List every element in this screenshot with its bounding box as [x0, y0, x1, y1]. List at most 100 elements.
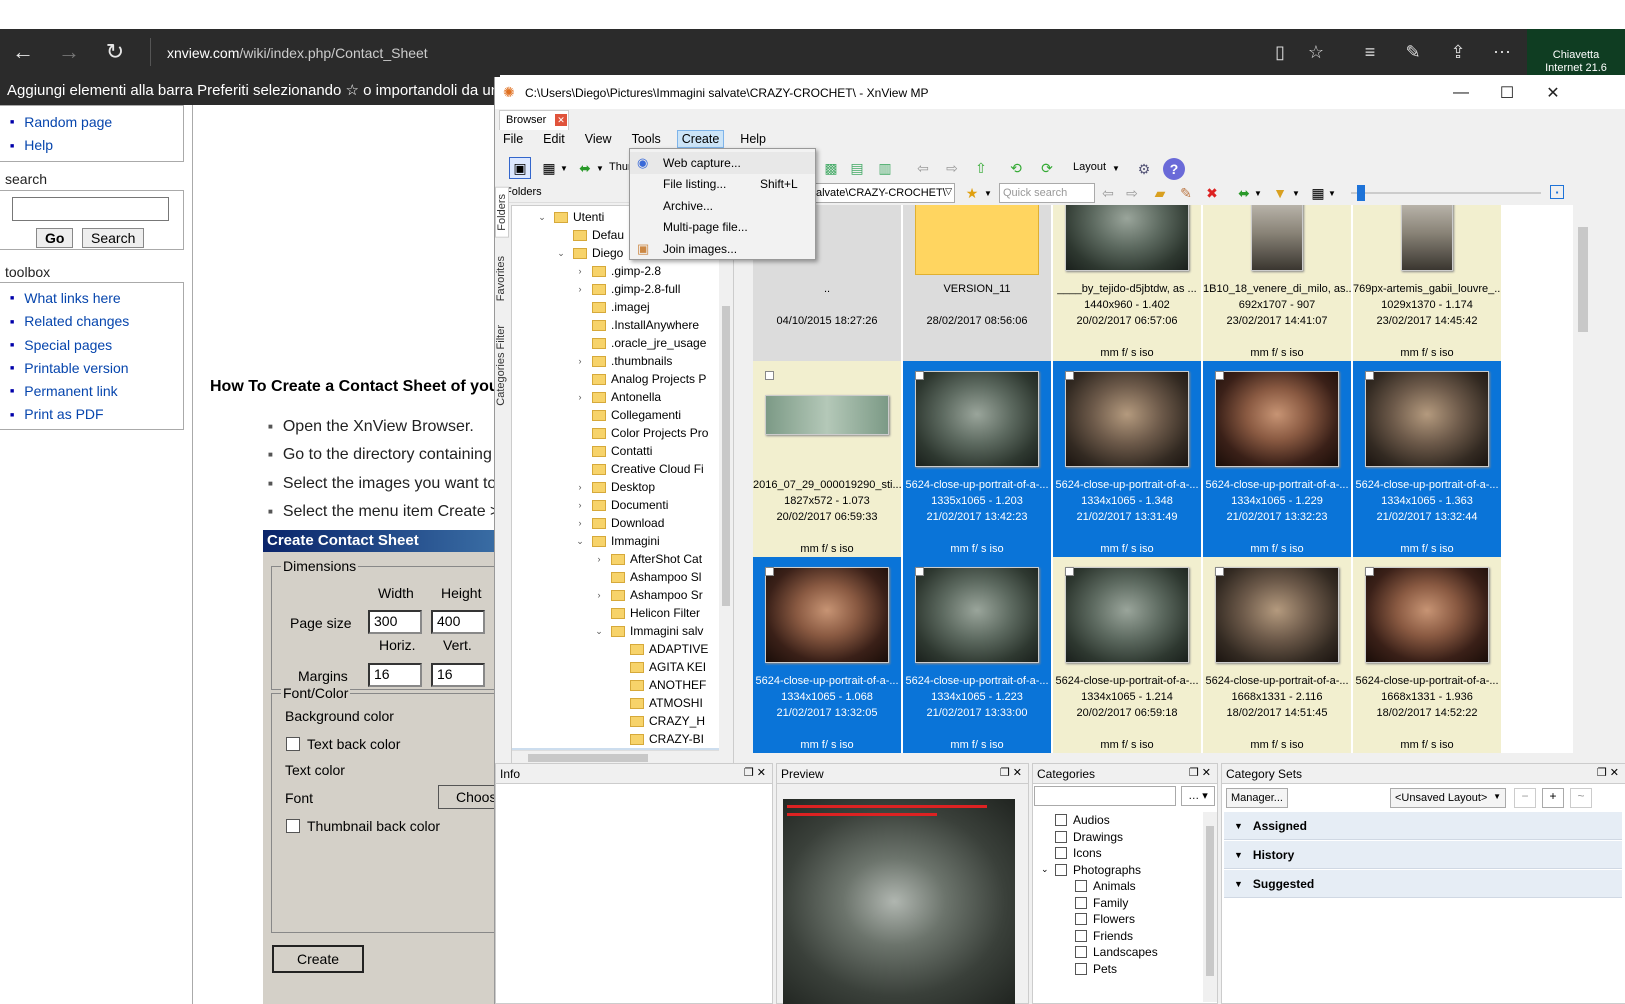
- tree-item[interactable]: › Download: [512, 514, 733, 532]
- taskbar-item[interactable]: Chiavetta Internet 21.6: [1527, 29, 1625, 75]
- layout-label[interactable]: Layout: [1073, 161, 1106, 173]
- refresh-icon[interactable]: ↻: [92, 29, 138, 75]
- thumbnail-checkbox[interactable]: [1215, 567, 1224, 576]
- create-menu-item[interactable]: ◉ Web capture...: [630, 152, 815, 174]
- thumbnail-cell[interactable]: 5624-close-up-portrait-of-a-... 1334x1065…: [1053, 557, 1201, 753]
- category-item[interactable]: Icons: [1041, 845, 1201, 862]
- category-checkbox[interactable]: [1075, 896, 1087, 909]
- thumbnail-cell[interactable]: 5624-close-up-portrait-of-a-... 1668x1331…: [1353, 557, 1501, 753]
- search-button[interactable]: Search: [82, 228, 145, 248]
- category-item[interactable]: Animals: [1041, 878, 1201, 895]
- thumbnail-cell[interactable]: 5624-close-up-portrait-of-a-... 1334x1065…: [903, 557, 1051, 753]
- tab-close-icon[interactable]: ✕: [555, 114, 567, 126]
- back-arrow-icon[interactable]: ⇦: [1099, 184, 1117, 202]
- chevron-down-icon[interactable]: ▼: [1111, 158, 1121, 178]
- category-item[interactable]: Audios: [1041, 812, 1201, 829]
- tree-item[interactable]: › Desktop: [512, 478, 733, 496]
- remove-set-button[interactable]: −: [1514, 788, 1536, 808]
- thumb-size-slider[interactable]: [1351, 192, 1541, 194]
- menu-view[interactable]: View: [585, 132, 612, 146]
- tree-item[interactable]: › .gimp-2.8-full: [512, 280, 733, 298]
- add-set-button[interactable]: +: [1542, 788, 1564, 808]
- chevron-down-icon[interactable]: ▼: [595, 158, 605, 178]
- tree-item[interactable]: ⌄ Immagini salv: [512, 622, 733, 640]
- chevron-right-icon[interactable]: ›: [574, 500, 586, 510]
- set-group-suggested[interactable]: ▼ Suggested: [1224, 870, 1622, 898]
- tree-item[interactable]: › .gimp-2.8: [512, 262, 733, 280]
- image-tool-icon[interactable]: ▩: [821, 158, 841, 178]
- menu-tools[interactable]: Tools: [632, 132, 661, 146]
- category-checkbox[interactable]: [1075, 913, 1087, 926]
- tree-item[interactable]: › Documenti: [512, 496, 733, 514]
- chevron-right-icon[interactable]: ›: [574, 392, 586, 402]
- quick-search-input[interactable]: Quick search: [999, 183, 1095, 203]
- close-icon[interactable]: ✕: [1530, 77, 1576, 109]
- tree-item[interactable]: .imagej: [512, 298, 733, 316]
- create-menu-item[interactable]: Multi-page file...: [630, 217, 815, 239]
- tree-vscrollbar[interactable]: [719, 206, 733, 752]
- category-checkbox[interactable]: [1055, 847, 1067, 860]
- chevron-down-icon[interactable]: ⌄: [593, 626, 605, 637]
- categories-vscrollbar[interactable]: [1203, 812, 1217, 1002]
- create-menu-item[interactable]: ▣ Join images...: [630, 238, 815, 260]
- toolbox-link[interactable]: Permanent link: [10, 380, 183, 403]
- thumbnail-cell[interactable]: 5624-close-up-portrait-of-a-... 1334x1065…: [1353, 361, 1501, 557]
- export-icon[interactable]: ▤: [847, 158, 867, 178]
- go-button[interactable]: Go: [36, 228, 74, 248]
- tree-vscrollbar-thumb[interactable]: [722, 306, 730, 606]
- thumbnail-cell[interactable]: ____by_tejido-d5jbtdw, as ... 1440x960 - …: [1053, 205, 1201, 361]
- delete-icon[interactable]: ✖: [1203, 184, 1221, 202]
- panel-toggle-icon[interactable]: ▪: [1550, 185, 1564, 199]
- set-group-assigned[interactable]: ▼ Assigned: [1224, 812, 1622, 840]
- toolbox-link[interactable]: What links here: [10, 287, 183, 310]
- tab-favorites[interactable]: Favorites: [495, 250, 507, 307]
- chevron-right-icon[interactable]: ›: [574, 284, 586, 294]
- chevron-right-icon[interactable]: ›: [593, 554, 605, 564]
- thumbnail-checkbox[interactable]: [915, 371, 924, 380]
- tree-item[interactable]: Contatti: [512, 442, 733, 460]
- thumbnail-cell[interactable]: VERSION_11 28/02/2017 08:56:06: [903, 205, 1051, 361]
- menu-help[interactable]: Help: [740, 132, 766, 146]
- category-checkbox[interactable]: [1075, 929, 1087, 942]
- category-options-button[interactable]: … ▾: [1181, 786, 1215, 806]
- category-checkbox[interactable]: [1055, 830, 1067, 843]
- category-checkbox[interactable]: [1055, 814, 1067, 827]
- reading-view-icon[interactable]: ▯: [1262, 29, 1298, 75]
- panel-close-icon[interactable]: ❐ ✕: [1000, 766, 1022, 779]
- tree-item[interactable]: Collegamenti: [512, 406, 733, 424]
- category-item[interactable]: Landscapes: [1041, 944, 1201, 961]
- category-checkbox[interactable]: [1075, 880, 1087, 893]
- thumbnail-checkbox[interactable]: [915, 567, 924, 576]
- tab-folders[interactable]: Folders: [495, 187, 509, 238]
- chevron-right-icon[interactable]: ›: [574, 518, 586, 528]
- path-combobox[interactable]: alvate\CRAZY-CROCHET\ ▽: [813, 183, 955, 203]
- forward-arrow-icon[interactable]: ⇨: [1123, 184, 1141, 202]
- thumbnail-checkbox[interactable]: [765, 567, 774, 576]
- toolbox-link[interactable]: Print as PDF: [10, 403, 183, 426]
- rename-icon[interactable]: ✎: [1177, 184, 1195, 202]
- panel-close-icon[interactable]: ❐ ✕: [1189, 766, 1211, 779]
- thumbnail-cell[interactable]: 5624-close-up-portrait-of-a-... 1668x1331…: [1203, 557, 1351, 753]
- tree-item[interactable]: › Ashampoo Sr: [512, 586, 733, 604]
- menu-create[interactable]: Create: [676, 130, 725, 148]
- thumbnail-cell[interactable]: 5624-close-up-portrait-of-a-... 1334x1065…: [753, 557, 901, 753]
- chevron-down-icon[interactable]: ⌄: [555, 248, 567, 259]
- rotate-left-icon[interactable]: ⟲: [1006, 158, 1026, 178]
- category-item[interactable]: Drawings: [1041, 829, 1201, 846]
- chevron-down-icon[interactable]: ▼: [983, 184, 993, 202]
- create-menu-item[interactable]: Archive...: [630, 195, 815, 217]
- maximize-icon[interactable]: ☐: [1484, 77, 1530, 109]
- manager-button[interactable]: Manager...: [1226, 788, 1288, 808]
- minimize-icon[interactable]: —: [1438, 77, 1484, 109]
- chevron-right-icon[interactable]: ›: [574, 266, 586, 276]
- tree-item[interactable]: ATMOSHI: [512, 694, 733, 712]
- help-icon[interactable]: ?: [1163, 158, 1185, 180]
- tree-item[interactable]: › AfterShot Cat: [512, 550, 733, 568]
- thumbnail-checkbox[interactable]: [1365, 371, 1374, 380]
- tree-item[interactable]: .InstallAnywhere: [512, 316, 733, 334]
- thumbnail-cell[interactable]: 769px-artemis_gabii_louvre_... 1029x1370 …: [1353, 205, 1501, 361]
- chevron-right-icon[interactable]: ›: [593, 590, 605, 600]
- categories-vscrollbar-thumb[interactable]: [1206, 826, 1214, 976]
- toolbox-link[interactable]: Special pages: [10, 334, 183, 357]
- nav-link-help[interactable]: Help: [10, 134, 183, 157]
